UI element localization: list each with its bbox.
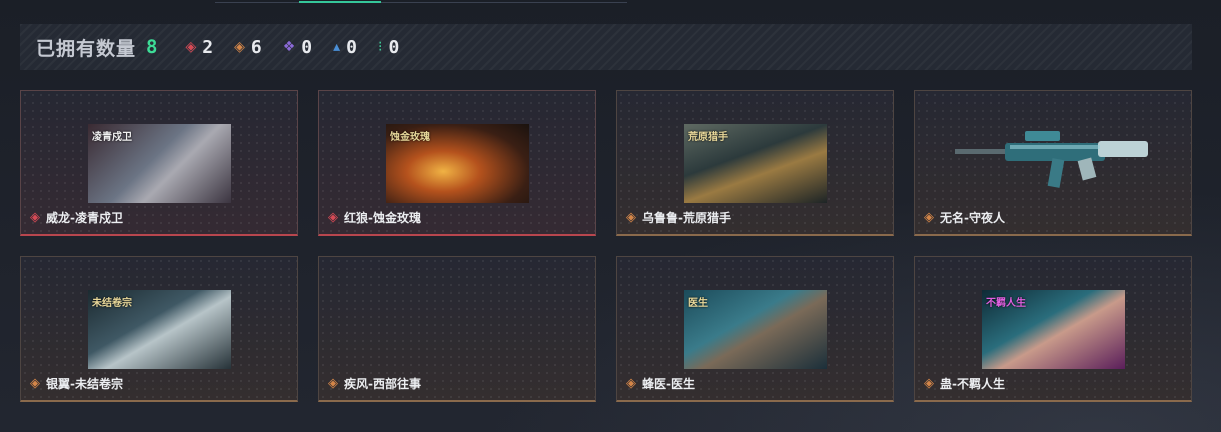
- red-diamond-icon: ◈: [185, 39, 197, 55]
- thumbnail-caption: 未结卷宗: [92, 298, 132, 309]
- skin-thumbnail: 未结卷宗: [88, 290, 231, 369]
- skin-card[interactable]: 未结卷宗 ◈ 银翼-未结卷宗: [20, 256, 298, 402]
- skin-card[interactable]: 凌青戍卫 ◈ 威龙-凌青戍卫: [20, 90, 298, 236]
- rarity-purple: ❖ 0: [283, 37, 312, 58]
- rarity-orange-count: 6: [250, 36, 262, 58]
- owned-summary-bar: 已拥有数量 8 ◈ 2 ◈ 6 ❖ 0 ▴ 0 ⁝ 0: [20, 24, 1192, 70]
- skin-thumbnail: 蚀金玫瑰: [386, 124, 529, 203]
- rarity-red: ◈ 2: [185, 37, 213, 58]
- orange-diamond-icon: ◈: [626, 210, 636, 225]
- skin-thumbnail: 不羁人生: [982, 290, 1125, 369]
- skin-card[interactable]: 荒原猎手 ◈ 乌鲁鲁-荒原猎手: [616, 90, 894, 236]
- skin-name: 威龙-凌青戍卫: [46, 211, 123, 225]
- thumbnail-caption: 凌青戍卫: [92, 132, 132, 143]
- card-footer: ◈ 威龙-凌青戍卫: [30, 209, 123, 226]
- card-footer: ◈ 红狼-蚀金玫瑰: [328, 209, 421, 226]
- green-arrows-icon: ⁝: [378, 39, 383, 55]
- purple-cluster-icon: ❖: [282, 39, 296, 55]
- card-footer: ◈ 无名-守夜人: [924, 209, 1005, 226]
- skin-thumbnail: 荒原猎手: [684, 124, 827, 203]
- red-diamond-icon: ◈: [328, 210, 338, 225]
- rifle-icon: [955, 131, 1148, 188]
- skin-thumbnail: 医生: [684, 290, 827, 369]
- thumbnail-caption: 医生: [688, 298, 708, 309]
- skin-name: 红狼-蚀金玫瑰: [344, 211, 421, 225]
- thumbnail-caption: 蚀金玫瑰: [390, 132, 430, 143]
- skin-card[interactable]: ◈ 无名-守夜人: [914, 90, 1192, 236]
- tab-divider: [215, 2, 627, 3]
- orange-diamond-icon: ◈: [30, 376, 40, 391]
- skin-name: 无名-守夜人: [940, 211, 1005, 225]
- rarity-green: ⁝ 0: [378, 37, 399, 58]
- skin-name: 蛊-不羁人生: [940, 377, 1005, 391]
- rarity-orange: ◈ 6: [234, 37, 262, 58]
- orange-diamond-icon: ◈: [626, 376, 636, 391]
- skin-card[interactable]: ◈ 疾风-西部往事: [318, 256, 596, 402]
- skin-card[interactable]: 蚀金玫瑰 ◈ 红狼-蚀金玫瑰: [318, 90, 596, 236]
- card-footer: ◈ 银翼-未结卷宗: [30, 375, 123, 392]
- skin-name: 银翼-未结卷宗: [46, 377, 123, 391]
- owned-count-label: 已拥有数量: [36, 37, 137, 60]
- rarity-purple-count: 0: [301, 36, 313, 58]
- skin-name: 蜂医-医生: [642, 377, 695, 391]
- thumbnail-caption: 荒原猎手: [688, 132, 728, 143]
- active-tab-indicator: [299, 1, 381, 3]
- skin-card[interactable]: 不羁人生 ◈ 蛊-不羁人生: [914, 256, 1192, 402]
- skin-grid: 凌青戍卫 ◈ 威龙-凌青戍卫 蚀金玫瑰 ◈ 红狼-蚀金玫瑰 荒原猎手 ◈ 乌鲁鲁…: [20, 90, 1192, 402]
- rarity-red-count: 2: [202, 36, 214, 58]
- skin-name: 疾风-西部往事: [344, 377, 421, 391]
- skin-thumbnail: 凌青戍卫: [88, 124, 231, 203]
- blue-triangle-icon: ▴: [333, 39, 341, 55]
- rarity-blue-count: 0: [346, 36, 357, 58]
- orange-diamond-icon: ◈: [924, 210, 934, 225]
- red-diamond-icon: ◈: [30, 210, 40, 225]
- card-footer: ◈ 乌鲁鲁-荒原猎手: [626, 209, 731, 226]
- rarity-blue: ▴ 0: [333, 37, 357, 58]
- card-footer: ◈ 蜂医-医生: [626, 375, 695, 392]
- rarity-green-count: 0: [388, 36, 400, 58]
- owned-count-value: 8: [146, 36, 158, 58]
- thumbnail-caption: 不羁人生: [986, 298, 1026, 309]
- card-footer: ◈ 疾风-西部往事: [328, 375, 421, 392]
- orange-diamond-icon: ◈: [328, 376, 338, 391]
- rarity-breakdown: ◈ 2 ◈ 6 ❖ 0 ▴ 0 ⁝ 0: [185, 37, 399, 58]
- card-footer: ◈ 蛊-不羁人生: [924, 375, 1005, 392]
- orange-diamond-icon: ◈: [234, 39, 245, 55]
- orange-diamond-icon: ◈: [924, 376, 934, 391]
- skin-card[interactable]: 医生 ◈ 蜂医-医生: [616, 256, 894, 402]
- skin-name: 乌鲁鲁-荒原猎手: [642, 211, 731, 225]
